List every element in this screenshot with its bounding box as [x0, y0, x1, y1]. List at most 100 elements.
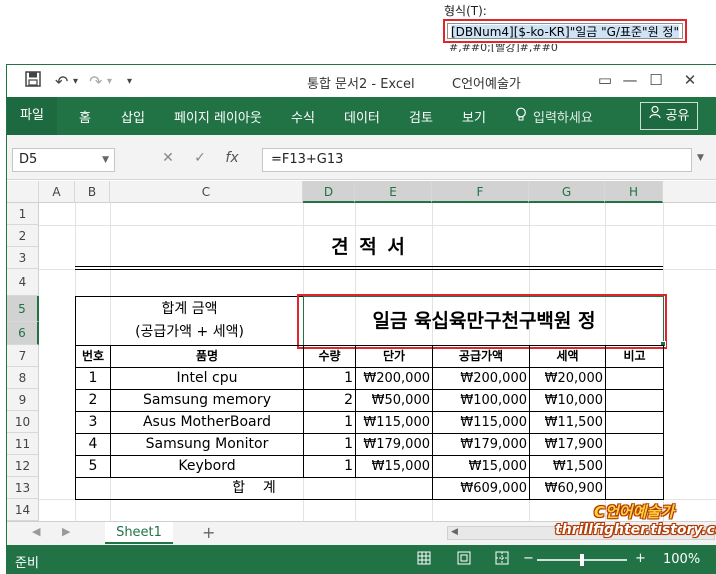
name-box[interactable]: D5 ▼	[12, 148, 115, 172]
table-cell[interactable]: 3	[76, 412, 110, 433]
prev-sheet-icon[interactable]: ◀	[32, 525, 40, 538]
table-cell[interactable]: Intel cpu	[111, 368, 303, 389]
table-cell[interactable]: ₩200,000	[356, 368, 430, 389]
zoom-in-icon[interactable]: +	[635, 551, 646, 566]
table-cell[interactable]: ₩17,900	[530, 434, 603, 455]
table-cell[interactable]: 2	[76, 390, 110, 411]
column-header-c[interactable]: C	[110, 181, 303, 203]
table-cell[interactable]: Asus MotherBoard	[111, 412, 303, 433]
row-header-4[interactable]: 4	[7, 269, 39, 296]
close-icon[interactable]: ✕	[677, 69, 703, 91]
tab-insert[interactable]: 삽입	[121, 107, 145, 126]
tell-me-input[interactable]: 입력하세요	[533, 107, 593, 126]
tab-data[interactable]: 데이터	[344, 107, 380, 126]
tab-file[interactable]: 파일	[7, 97, 57, 135]
chevron-down-icon[interactable]: ▼	[102, 149, 109, 171]
table-cell[interactable]: ₩115,000	[356, 412, 430, 433]
tab-formulas[interactable]: 수식	[291, 107, 315, 126]
row-header-13[interactable]: 13	[7, 477, 39, 499]
table-cell[interactable]: ₩115,000	[433, 412, 527, 433]
column-header-h[interactable]: H	[605, 181, 663, 203]
scroll-left-icon[interactable]: ◀	[451, 527, 458, 537]
table-cell[interactable]: ₩15,000	[356, 456, 430, 477]
table-cell[interactable]: 1	[304, 368, 353, 389]
sum-tax[interactable]: ₩60,900	[530, 478, 603, 499]
undo-icon[interactable]: ↶	[55, 72, 68, 91]
row-header-7[interactable]: 7	[7, 345, 39, 367]
column-header-b[interactable]: B	[75, 181, 110, 203]
table-cell[interactable]: 1	[76, 368, 110, 389]
worksheet-grid[interactable]: A B C D E F G H 1 2 3 4 5 6 7 8 9 10 11 …	[7, 181, 716, 521]
redo-icon[interactable]: ↷	[89, 72, 102, 91]
table-cell[interactable]: 1	[304, 456, 353, 477]
row-header-3[interactable]: 3	[7, 247, 39, 269]
column-header-d[interactable]: D	[303, 181, 355, 203]
redo-dropdown-icon[interactable]: ▾	[107, 76, 112, 87]
select-all-corner[interactable]	[7, 181, 39, 203]
row-header-10[interactable]: 10	[7, 411, 39, 433]
ribbon-display-options-icon[interactable]: ▭	[592, 69, 618, 91]
table-cell[interactable]: ₩20,000	[530, 368, 603, 389]
user-name: C언어예술가	[452, 77, 521, 92]
table-cell[interactable]: ₩179,000	[356, 434, 430, 455]
table-cell[interactable]: ₩100,000	[433, 390, 527, 411]
table-cell[interactable]: Samsung memory	[111, 390, 303, 411]
insert-function-icon[interactable]: fx	[216, 150, 248, 166]
undo-dropdown-icon[interactable]: ▾	[73, 76, 78, 87]
table-cell[interactable]: 2	[304, 390, 353, 411]
normal-view-icon[interactable]	[417, 551, 431, 569]
table-cell[interactable]: 1	[304, 412, 353, 433]
table-cell[interactable]: ₩1,500	[530, 456, 603, 477]
expand-formula-bar-icon[interactable]: ▼	[697, 153, 704, 163]
table-cell[interactable]: 4	[76, 434, 110, 455]
table-cell[interactable]: Keybord	[111, 456, 303, 477]
tab-review[interactable]: 검토	[409, 107, 433, 126]
zoom-slider-handle[interactable]	[580, 554, 584, 566]
enter-icon[interactable]: ✓	[184, 150, 216, 166]
tab-page-layout[interactable]: 페이지 레이아웃	[174, 107, 262, 126]
share-button[interactable]: 공유	[640, 102, 698, 130]
zoom-level[interactable]: 100%	[663, 552, 700, 567]
maximize-icon[interactable]: ☐	[643, 69, 669, 91]
add-sheet-icon[interactable]: +	[202, 523, 215, 542]
next-sheet-icon[interactable]: ▶	[62, 525, 70, 538]
table-cell[interactable]: Samsung Monitor	[111, 434, 303, 455]
table-cell[interactable]: ₩11,500	[530, 412, 603, 433]
row-header-1[interactable]: 1	[7, 203, 39, 225]
table-cell[interactable]: ₩10,000	[530, 390, 603, 411]
row-header-11[interactable]: 11	[7, 433, 39, 455]
save-icon[interactable]	[25, 71, 41, 91]
row-header-12[interactable]: 12	[7, 455, 39, 477]
zoom-out-icon[interactable]: −	[523, 551, 534, 566]
column-header-e[interactable]: E	[355, 181, 432, 203]
status-bar: 준비 − + 100%	[7, 545, 716, 574]
row-header-6[interactable]: 6	[7, 322, 39, 345]
customize-quick-access-icon[interactable]: ▾	[127, 76, 132, 87]
column-header-f[interactable]: F	[432, 181, 529, 203]
cancel-icon[interactable]: ✕	[152, 150, 184, 166]
row-header-14[interactable]: 14	[7, 499, 39, 521]
tab-home[interactable]: 홈	[79, 107, 91, 126]
page-break-view-icon[interactable]	[495, 551, 509, 569]
sum-supply[interactable]: ₩609,000	[433, 478, 527, 499]
table-cell[interactable]: 5	[76, 456, 110, 477]
page-layout-view-icon[interactable]	[457, 551, 471, 569]
ribbon-tabs: 파일 홈 삽입 페이지 레이아웃 수식 데이터 검토 보기 입력하세요 공유	[7, 97, 716, 135]
row-header-2[interactable]: 2	[7, 225, 39, 247]
sheet-tab-sheet1[interactable]: Sheet1	[105, 522, 173, 544]
tab-view[interactable]: 보기	[462, 107, 486, 126]
table-cell[interactable]: ₩179,000	[433, 434, 527, 455]
column-header-g[interactable]: G	[529, 181, 605, 203]
table-cell[interactable]: ₩200,000	[433, 368, 527, 389]
format-input[interactable]: [DBNum4][$-ko-KR]"일금 "G/표준"원 정"	[447, 23, 683, 39]
column-header-a[interactable]: A	[39, 181, 75, 203]
row-header-8[interactable]: 8	[7, 367, 39, 389]
format-label: 형식(T):	[444, 4, 487, 18]
row-header-5[interactable]: 5	[7, 296, 39, 322]
table-cell[interactable]: ₩15,000	[433, 456, 527, 477]
row-header-9[interactable]: 9	[7, 389, 39, 411]
formula-input[interactable]: =F13+G13	[262, 148, 692, 172]
table-cell[interactable]: 1	[304, 434, 353, 455]
minimize-icon[interactable]: —	[617, 69, 643, 91]
table-cell[interactable]: ₩50,000	[356, 390, 430, 411]
